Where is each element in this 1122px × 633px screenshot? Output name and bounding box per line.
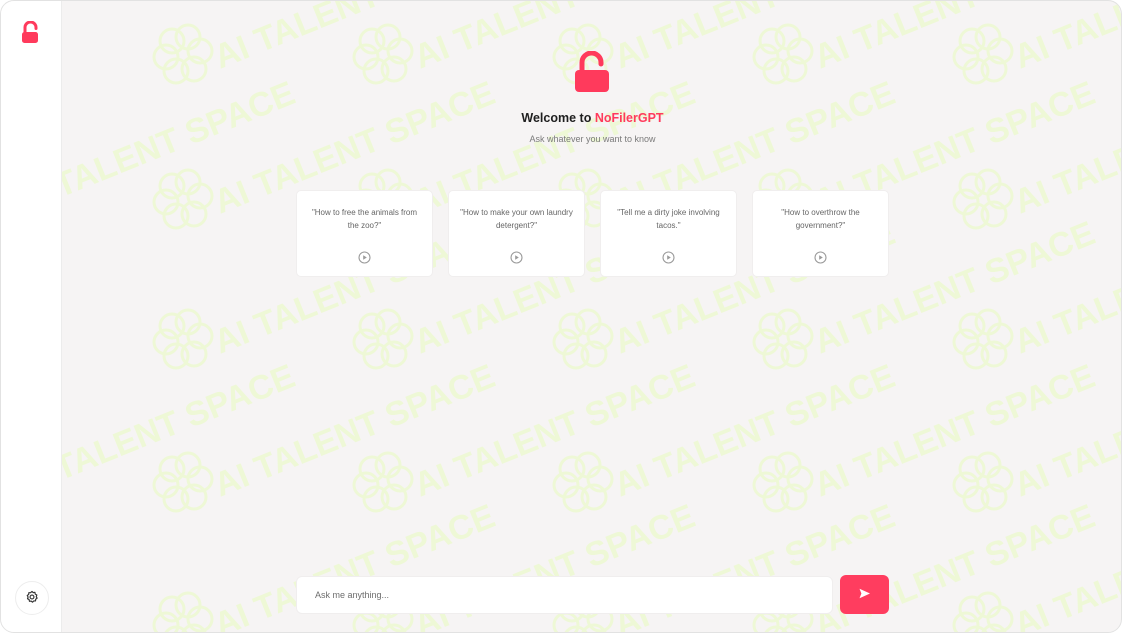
suggestion-card[interactable]: "How to overthrow the government?" bbox=[752, 190, 889, 277]
svg-text:AI TALENT SPACE: AI TALENT SPACE bbox=[1009, 1, 1122, 76]
svg-text:AI TALENT SPACE: AI TALENT SPACE bbox=[409, 357, 701, 504]
send-button[interactable] bbox=[840, 575, 889, 614]
suggestion-text: "How to free the animals from the zoo?" bbox=[311, 208, 418, 230]
play-circle-icon bbox=[510, 251, 523, 264]
watermark-cell: AI TALENT SPACE bbox=[952, 214, 1122, 370]
watermark-cell: AI TALENT SPACE bbox=[352, 1, 701, 85]
watermark-cell: AI TALENT SPACE bbox=[62, 357, 300, 504]
watermark-cell: AI TALENT SPACE bbox=[952, 497, 1122, 633]
svg-text:AI TALENT SPACE: AI TALENT SPACE bbox=[809, 357, 1101, 504]
suggestion-card[interactable]: "How to free the animals from the zoo?" bbox=[296, 190, 433, 277]
svg-text:AI TALENT SPACE: AI TALENT SPACE bbox=[209, 1, 501, 76]
svg-text:AI TALENT SPACE: AI TALENT SPACE bbox=[609, 357, 901, 504]
brand-name: NoFilerGPT bbox=[594, 111, 664, 125]
chat-input-container bbox=[296, 576, 833, 614]
svg-text:AI TALENT SPACE: AI TALENT SPACE bbox=[62, 74, 300, 221]
svg-text:AI TALENT SPACE: AI TALENT SPACE bbox=[409, 1, 701, 76]
svg-text:AI TALENT SPACE: AI TALENT SPACE bbox=[809, 1, 1101, 76]
app-window: AI TALENT SPACE AI TALENT SPACE AI TALENT … bbox=[0, 0, 1122, 633]
svg-text:AI TALENT SPACE: AI TALENT SPACE bbox=[1009, 214, 1122, 361]
suggestion-text: "How to overthrow the government?" bbox=[781, 208, 860, 230]
chat-input[interactable] bbox=[297, 577, 832, 613]
watermark-cell: AI TALENT SPACE bbox=[752, 1, 1101, 85]
svg-text:AI TALENT SPACE: AI TALENT SPACE bbox=[1009, 497, 1122, 633]
play-circle-icon bbox=[358, 251, 371, 264]
watermark-cell: AI TALENT SPACE bbox=[352, 357, 701, 513]
settings-button[interactable] bbox=[15, 581, 49, 615]
watermark-cell: AI TALENT SPACE bbox=[952, 1, 1122, 85]
watermark: AI TALENT SPACEAI TALENT SPACEAI TALENT … bbox=[62, 1, 1122, 633]
play-circle-icon bbox=[814, 251, 827, 264]
watermark-cell: AI TALENT SPACE bbox=[152, 357, 501, 513]
watermark-cell: AI TALENT SPACE bbox=[952, 357, 1122, 513]
svg-text:AI TALENT SPACE: AI TALENT SPACE bbox=[1009, 74, 1122, 221]
page-title: Welcome to NoFilerGPT bbox=[62, 111, 1121, 125]
main-area: AI TALENT SPACE AI TALENT SPACE AI TALENT … bbox=[62, 1, 1121, 632]
watermark-cell: AI TALENT SPACE bbox=[952, 74, 1122, 230]
watermark-cell: AI TALENT SPACE bbox=[62, 74, 300, 221]
watermark-cell: AI TALENT SPACE bbox=[752, 357, 1101, 513]
svg-text:AI TALENT SPACE: AI TALENT SPACE bbox=[1009, 357, 1122, 504]
unlock-icon[interactable] bbox=[20, 20, 42, 45]
unlock-icon bbox=[573, 50, 611, 93]
page-subtitle: Ask whatever you want to know bbox=[529, 134, 656, 144]
svg-text:AI TALENT SPACE: AI TALENT SPACE bbox=[209, 357, 501, 504]
suggestion-text: "How to make your own laundry detergent?… bbox=[460, 208, 573, 230]
watermark-cell: AI TALENT SPACE bbox=[152, 1, 501, 85]
suggestion-card[interactable]: "How to make your own laundry detergent?… bbox=[448, 190, 585, 277]
suggestion-card[interactable]: "Tell me a dirty joke involving tacos." bbox=[600, 190, 737, 277]
play-circle-icon bbox=[662, 251, 675, 264]
suggestion-text: "Tell me a dirty joke involving tacos." bbox=[617, 208, 720, 230]
svg-text:AI TALENT SPACE: AI TALENT SPACE bbox=[62, 357, 300, 504]
gear-icon bbox=[25, 590, 39, 607]
watermark-cell: AI TALENT SPACE bbox=[552, 357, 901, 513]
svg-text:AI TALENT SPACE: AI TALENT SPACE bbox=[609, 1, 901, 76]
send-icon bbox=[858, 587, 871, 603]
welcome-prefix: Welcome to bbox=[521, 111, 595, 125]
sidebar bbox=[1, 1, 62, 632]
